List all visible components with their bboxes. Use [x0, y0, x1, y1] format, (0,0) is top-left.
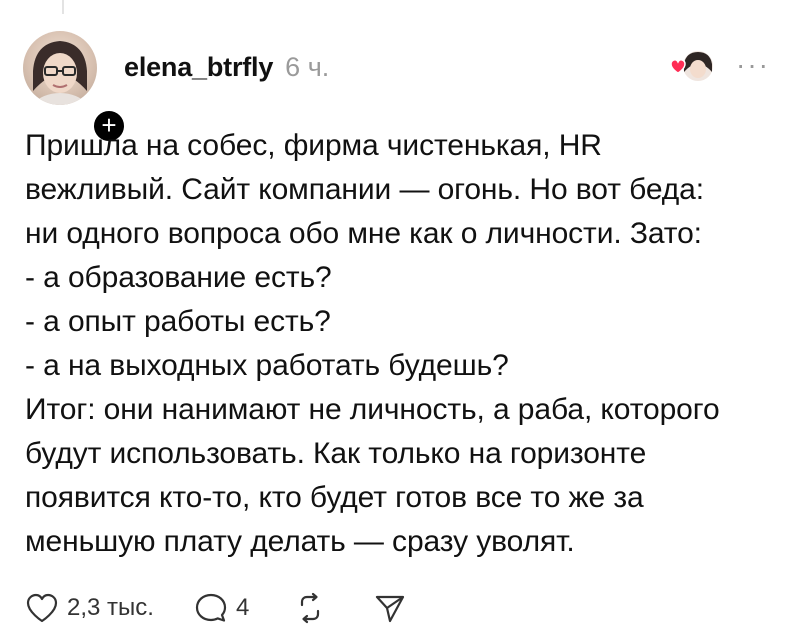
post-line: - а образование есть? [25, 261, 332, 294]
post-line: - а на выходных работать будешь? [25, 349, 509, 382]
post-line: Пришла на собес, фирма чистенькая, HR [25, 129, 602, 162]
username[interactable]: elena_btrfly [124, 52, 273, 83]
share-button[interactable] [373, 592, 407, 624]
post-text: Пришла на собес, фирма чистенькая, HR ве… [25, 124, 785, 564]
heart-icon [25, 592, 59, 624]
action-bar: 2,3 тыс. 4 [25, 586, 407, 630]
post-time: 6 ч. [285, 52, 330, 82]
post-line: Итог: они нанимают не личность, а раба, … [25, 393, 720, 426]
repost-button[interactable] [293, 592, 327, 624]
like-count: 2,3 тыс. [67, 594, 154, 621]
post-line: будут использовать. Как только на горизо… [25, 437, 647, 470]
post-header: elena_btrfly 6 ч. [124, 52, 329, 83]
post-line: появится кто-то, кто будет готов все то … [25, 481, 644, 514]
repost-icon [293, 592, 327, 624]
post-line: меньшую плату делать — сразу уволят. [25, 525, 575, 558]
liker-avatar[interactable] [665, 48, 717, 84]
thread-line [62, 0, 64, 14]
avatar-container[interactable]: + [23, 31, 127, 144]
comment-count: 4 [235, 594, 250, 621]
post-line: - а опыт работы есть? [25, 305, 331, 338]
post-line: ни одного вопроса обо мне как о личности… [25, 217, 702, 250]
share-icon [373, 592, 407, 624]
like-button[interactable]: 2,3 тыс. [25, 592, 154, 624]
post-line: вежливый. Сайт компании — огонь. Но вот … [25, 173, 704, 206]
comment-icon [194, 592, 228, 624]
avatar[interactable] [23, 31, 97, 105]
comment-button[interactable]: 4 [194, 592, 249, 624]
more-icon[interactable]: ··· [736, 51, 770, 79]
